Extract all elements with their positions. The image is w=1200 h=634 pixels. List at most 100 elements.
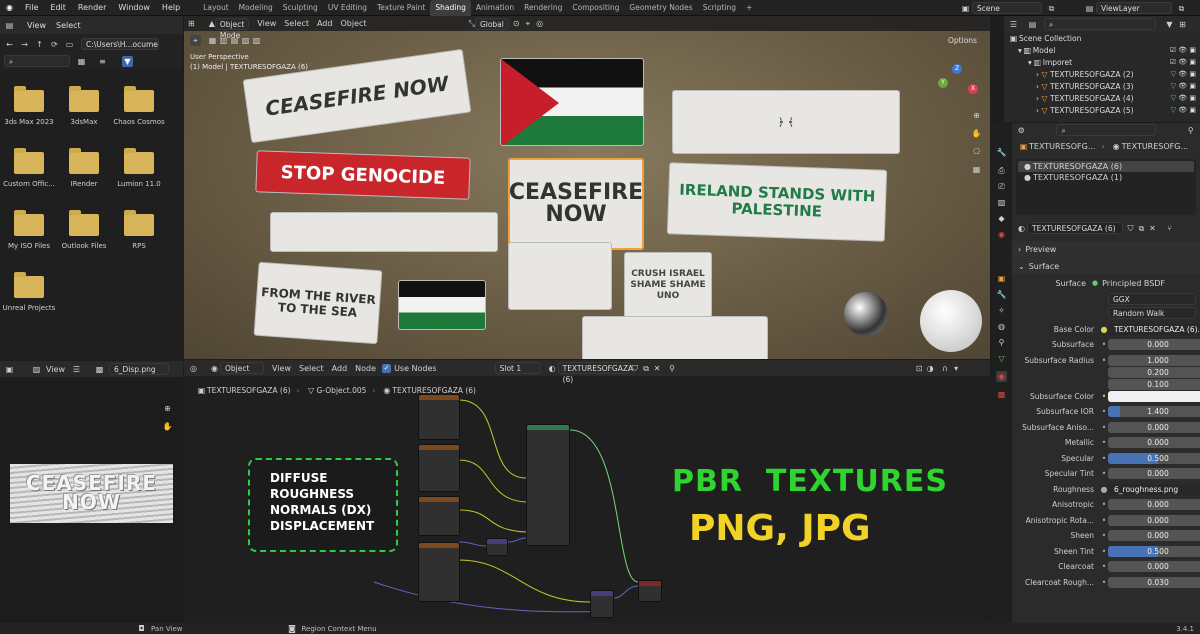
tab-texture-paint[interactable]: Texture Paint: [372, 0, 430, 16]
select-box-icon[interactable]: ▦: [207, 35, 218, 46]
proportional-edit-icon[interactable]: ◎: [536, 18, 543, 29]
property-value-field[interactable]: 0.000: [1108, 561, 1200, 572]
material-output-node[interactable]: [638, 580, 662, 602]
path-field[interactable]: C:\Users\H...ocuments\: [81, 38, 159, 50]
image-texture-node[interactable]: [418, 394, 460, 440]
scene-tab-icon[interactable]: ◆: [996, 213, 1007, 224]
banner-flag-small[interactable]: [398, 280, 486, 330]
property-value-field[interactable]: 0.200: [1108, 366, 1200, 378]
property-value-field[interactable]: 0.030: [1108, 576, 1200, 588]
render-tab-icon[interactable]: ⎙: [996, 165, 1007, 176]
folder-item[interactable]: Custom Offic...: [0, 148, 58, 188]
axis-gizmo[interactable]: Z X Y: [936, 64, 980, 108]
filter-icon[interactable]: ▼: [1164, 19, 1175, 30]
pin-icon[interactable]: ⚲: [1186, 125, 1196, 136]
viewlayer-icon[interactable]: ▤: [1084, 3, 1095, 14]
image-texture-node[interactable]: [418, 496, 460, 536]
property-value-field[interactable]: 0.000: [1108, 468, 1200, 479]
add-workspace-button[interactable]: +: [741, 0, 757, 16]
editor-type-icon[interactable]: ⚙: [1016, 125, 1026, 136]
row-toggles-icon[interactable]: ▽ 👁 ▣: [1171, 94, 1196, 102]
pivot-icon[interactable]: ⊙: [513, 18, 520, 29]
tab-rendering[interactable]: Rendering: [519, 0, 567, 16]
socket-dot-icon[interactable]: •: [1100, 407, 1108, 416]
outliner-row[interactable]: › ▽ TEXTURESOFGAZA (2) ▽ 👁 ▣: [1004, 68, 1200, 80]
mode-icon[interactable]: ▲: [209, 18, 215, 29]
menu-lines-icon[interactable]: ☰: [71, 364, 82, 375]
grid-view-icon[interactable]: ▦: [971, 164, 982, 175]
copy-viewlayer-icon[interactable]: ⧉: [1176, 3, 1187, 14]
mode-dropdown[interactable]: Object Mode: [214, 17, 250, 40]
socket-dot-icon[interactable]: •: [1100, 356, 1108, 365]
property-value-field[interactable]: 0.500: [1108, 545, 1200, 557]
folder-item[interactable]: Chaos Cosmos: [110, 86, 168, 126]
socket-dot-icon[interactable]: •: [1100, 578, 1108, 587]
banner-ireland[interactable]: IRELAND STANDS WITH PALESTINE: [666, 162, 888, 242]
surface-panel-header[interactable]: ⌄ Surface: [1012, 258, 1200, 274]
property-value-field[interactable]: 0.100: [1108, 378, 1200, 390]
banner-ceasefire-selected[interactable]: CEASEFIRE NOW: [508, 158, 644, 250]
row-toggles-icon[interactable]: ☑ 👁 ▣: [1170, 58, 1196, 66]
tab-compositing[interactable]: Compositing: [567, 0, 624, 16]
row-toggles-icon[interactable]: ▽ 👁 ▣: [1171, 70, 1196, 78]
row-toggles-icon[interactable]: ▽ 👁 ▣: [1171, 106, 1196, 114]
principled-bsdf-node[interactable]: [526, 424, 570, 546]
material-slot-list[interactable]: ● TEXTURESOFGAZA (6) ● TEXTURESOFGAZA (1…: [1016, 159, 1196, 215]
view-mode-icon[interactable]: ▨: [31, 364, 42, 375]
node-editor[interactable]: ◎ ◉ Object View Select Add Node ✓ Use No…: [184, 360, 990, 623]
select-intersect-icon[interactable]: ▨: [251, 35, 262, 46]
normal-map-node[interactable]: [486, 538, 508, 556]
view-layer-tab-icon[interactable]: ▧: [996, 197, 1007, 208]
select-subtract-icon[interactable]: ▤: [229, 35, 240, 46]
image-texture-node[interactable]: [418, 444, 460, 492]
socket-dot-icon[interactable]: •: [1100, 547, 1108, 556]
property-value-field[interactable]: 0.000: [1108, 514, 1200, 526]
copy-scene-icon[interactable]: ⧉: [1046, 3, 1057, 14]
tweak-tool-icon[interactable]: ⌖: [190, 34, 201, 46]
filter-icon[interactable]: ▼: [122, 55, 133, 67]
orientation-dropdown[interactable]: Global: [474, 17, 509, 30]
property-value-field[interactable]: [1108, 390, 1200, 402]
hand-pan-icon[interactable]: ✋: [971, 128, 982, 139]
vp-add-menu[interactable]: Add: [317, 19, 333, 28]
parent-dir-icon[interactable]: ↑: [34, 39, 45, 50]
properties-search-input[interactable]: ⌕: [1056, 124, 1156, 136]
socket-dot-icon[interactable]: •: [1100, 562, 1108, 571]
property-value-field[interactable]: 0.000: [1108, 437, 1200, 448]
editor-type-icon[interactable]: ▤: [4, 20, 15, 31]
row-toggles-icon[interactable]: ▽ 👁 ▣: [1171, 82, 1196, 90]
select-invert-icon[interactable]: ▧: [240, 35, 251, 46]
socket-dot-icon[interactable]: •: [1100, 340, 1108, 349]
folder-item[interactable]: Unreal Projects: [0, 272, 58, 312]
banner-river-to-sea[interactable]: FROM THE RIVER TO THE SEA: [253, 261, 383, 345]
display-mode-icon[interactable]: ▤: [1027, 19, 1038, 30]
outliner-row[interactable]: ▾ ▥ Model ☑ 👁 ▣: [1004, 44, 1200, 56]
preview-panel-header[interactable]: › Preview: [1012, 241, 1200, 257]
particles-tab-icon[interactable]: ✧: [996, 305, 1007, 316]
tab-geometry-nodes[interactable]: Geometry Nodes: [624, 0, 697, 16]
property-value-field[interactable]: 0.000: [1108, 530, 1200, 541]
snap-icon[interactable]: ⌖: [526, 18, 531, 29]
property-value-field[interactable]: 0.500: [1108, 452, 1200, 464]
new-folder-icon[interactable]: ▭: [64, 39, 75, 50]
zoom-icon[interactable]: ⊕: [971, 110, 982, 121]
folder-item[interactable]: RPS: [110, 210, 168, 250]
material-tab-icon[interactable]: ◉: [996, 371, 1007, 382]
node-link-icon[interactable]: ⑂: [1164, 223, 1175, 234]
select-extend-icon[interactable]: ▥: [218, 35, 229, 46]
vp-view-menu[interactable]: View: [257, 19, 276, 28]
menu-help[interactable]: Help: [156, 3, 186, 12]
folder-item[interactable]: Lumion 11.0: [110, 148, 168, 188]
fb-view-menu[interactable]: View: [27, 21, 46, 30]
constraints-tab-icon[interactable]: ⚲: [996, 337, 1007, 348]
banner-urdu-text[interactable]: ﴿ ﴾: [672, 90, 900, 154]
orientation-icon[interactable]: ⤡: [469, 18, 475, 29]
banner-palestine-flag[interactable]: [500, 58, 644, 146]
banner-small-text[interactable]: [270, 212, 498, 252]
banner-bottom-flag[interactable]: [582, 316, 768, 359]
file-search-input[interactable]: ⌕: [4, 55, 70, 67]
vp-object-menu[interactable]: Object: [340, 19, 366, 28]
tool-tab-icon[interactable]: 🔧: [996, 147, 1007, 158]
socket-dot-icon[interactable]: •: [1100, 531, 1108, 540]
physics-tab-icon[interactable]: ◍: [996, 321, 1007, 332]
